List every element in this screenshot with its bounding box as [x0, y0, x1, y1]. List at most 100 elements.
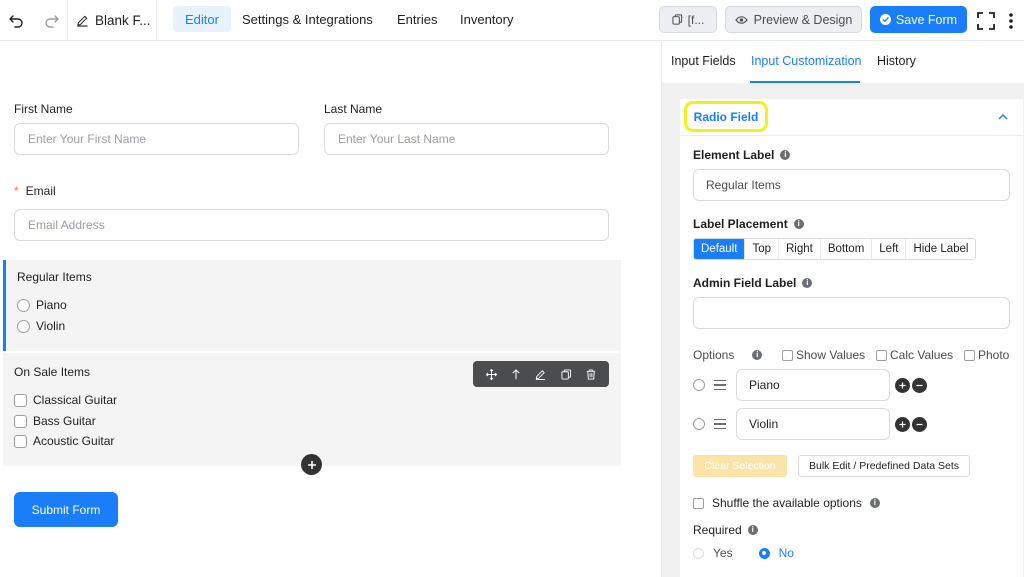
checkbox-box[interactable]: [964, 349, 975, 361]
submit-form-button[interactable]: Submit Form: [14, 492, 118, 527]
admin-field-label-input[interactable]: [693, 297, 1010, 329]
radio-option-piano[interactable]: Piano: [17, 298, 67, 312]
plus-icon: [307, 460, 316, 469]
required-mark: *: [14, 184, 19, 198]
eye-icon: [734, 15, 748, 24]
checkbox-option-label: Classical Guitar: [33, 393, 118, 407]
move-icon[interactable]: [486, 368, 498, 380]
add-field-button[interactable]: [301, 454, 322, 475]
minus-circle-icon[interactable]: [912, 416, 927, 432]
checkbox-option-classical-guitar[interactable]: Classical Guitar: [14, 393, 117, 407]
edit-icon[interactable]: [535, 369, 546, 380]
photo-checkbox[interactable]: Photo: [964, 348, 1009, 362]
placement-left[interactable]: Left: [872, 239, 907, 259]
minus-circle-icon[interactable]: [912, 377, 927, 393]
email-placeholder: Email Address: [28, 218, 105, 232]
submit-label: Submit Form: [31, 502, 101, 517]
tab-editor[interactable]: Editor: [173, 6, 231, 32]
required-label-text: Required: [693, 523, 742, 537]
tab-input-customization[interactable]: Input Customization: [751, 54, 861, 68]
checkbox-box[interactable]: [14, 414, 27, 428]
bulk-edit-button[interactable]: Bulk Edit / Predefined Data Sets: [798, 455, 970, 477]
arrow-up-icon[interactable]: [511, 368, 521, 380]
last-name-placeholder: Enter Your Last Name: [338, 132, 456, 146]
shuffle-options-checkbox[interactable]: Shuffle the available options i: [693, 496, 880, 510]
clear-selection-button[interactable]: Clear Selection: [693, 455, 787, 477]
regular-items-field[interactable]: [3, 260, 621, 351]
tab-history[interactable]: History: [877, 54, 916, 68]
checkbox-box[interactable]: [14, 434, 27, 448]
show-values-label: Show Values: [796, 348, 866, 362]
placement-right[interactable]: Right: [778, 239, 821, 259]
checkbox-option-acoustic-guitar[interactable]: Acoustic Guitar: [14, 434, 114, 448]
shortcode-button[interactable]: [f...: [659, 6, 717, 33]
last-name-input[interactable]: Enter Your Last Name: [324, 123, 609, 155]
show-values-checkbox[interactable]: Show Values: [782, 348, 865, 362]
info-icon: i: [802, 278, 813, 288]
preview-design-button[interactable]: Preview & Design: [725, 6, 862, 33]
radio-circle[interactable]: [17, 298, 30, 312]
checkbox-box[interactable]: [876, 349, 887, 361]
shortcode-label: [f...: [687, 12, 705, 27]
first-name-input[interactable]: Enter Your First Name: [14, 123, 299, 155]
placement-top[interactable]: Top: [745, 239, 779, 259]
admin-field-label-text: Admin Field Label: [693, 276, 797, 290]
info-icon: i: [747, 525, 758, 535]
more-button[interactable]: [1004, 0, 1018, 41]
duplicate-icon[interactable]: [561, 368, 572, 380]
tab-inventory[interactable]: Inventory: [448, 6, 525, 32]
form-name[interactable]: Blank F...: [76, 0, 151, 41]
options-title: Options i: [693, 348, 763, 362]
option-label-input[interactable]: Violin: [736, 408, 890, 440]
element-label-text: Element Label: [693, 148, 775, 162]
option-default-radio[interactable]: [693, 418, 705, 430]
undo-button[interactable]: [0, 0, 32, 41]
checkbox-option-bass-guitar[interactable]: Bass Guitar: [14, 414, 96, 428]
element-label-title: Element Label i: [693, 148, 791, 162]
label-placement-text: Label Placement: [693, 217, 788, 231]
placement-hide-label[interactable]: Hide Label: [906, 239, 976, 259]
clear-selection-label: Clear Selection: [704, 460, 776, 472]
plus-circle-icon[interactable]: [895, 416, 910, 432]
checkbox-option-label: Bass Guitar: [33, 414, 96, 428]
option-label-input[interactable]: Piano: [736, 369, 890, 401]
calc-values-label: Calc Values: [890, 348, 954, 362]
checkbox-box[interactable]: [693, 497, 704, 509]
preview-label: Preview & Design: [753, 12, 853, 27]
tab-inventory-label: Inventory: [460, 11, 514, 27]
checkbox-option-label: Acoustic Guitar: [33, 434, 115, 448]
section-title-text: Radio Field: [693, 109, 759, 124]
option-default-radio[interactable]: [693, 379, 705, 391]
radio-option-label: Violin: [36, 319, 66, 333]
radio-circle[interactable]: [17, 319, 30, 333]
option-label-value: Violin: [749, 417, 779, 431]
settings-panel: Input Fields Input Customization History…: [661, 42, 1024, 577]
drag-handle-icon[interactable]: [714, 379, 726, 391]
tab-entries[interactable]: Entries: [385, 6, 449, 32]
last-name-label: Last Name: [324, 102, 383, 116]
element-label-input[interactable]: Regular Items: [693, 169, 1010, 201]
section-header[interactable]: Radio Field: [680, 99, 1023, 136]
info-icon: i: [793, 219, 804, 229]
redo-icon: [45, 14, 59, 28]
required-no-radio[interactable]: [758, 547, 770, 559]
required-yes-radio[interactable]: [693, 547, 704, 559]
plus-circle-icon[interactable]: [895, 377, 910, 393]
chevron-up-icon[interactable]: [998, 113, 1008, 120]
drag-handle-icon[interactable]: [714, 418, 726, 430]
redo-button[interactable]: [36, 0, 68, 41]
info-icon: i: [869, 498, 880, 508]
checkbox-box[interactable]: [14, 393, 27, 407]
tab-input-fields[interactable]: Input Fields: [671, 54, 736, 68]
calc-values-checkbox[interactable]: Calc Values: [876, 348, 953, 362]
radio-option-violin[interactable]: Violin: [17, 319, 65, 333]
placement-default[interactable]: Default: [694, 239, 746, 259]
trash-icon[interactable]: [586, 368, 596, 380]
email-input[interactable]: Email Address: [14, 209, 609, 241]
fullscreen-button[interactable]: [975, 0, 997, 41]
tab-settings-integrations[interactable]: Settings & Integrations: [230, 6, 385, 32]
checkbox-box[interactable]: [782, 349, 793, 361]
save-form-button[interactable]: Save Form: [870, 6, 967, 33]
shuffle-label: Shuffle the available options: [712, 496, 862, 510]
placement-bottom[interactable]: Bottom: [820, 239, 873, 259]
